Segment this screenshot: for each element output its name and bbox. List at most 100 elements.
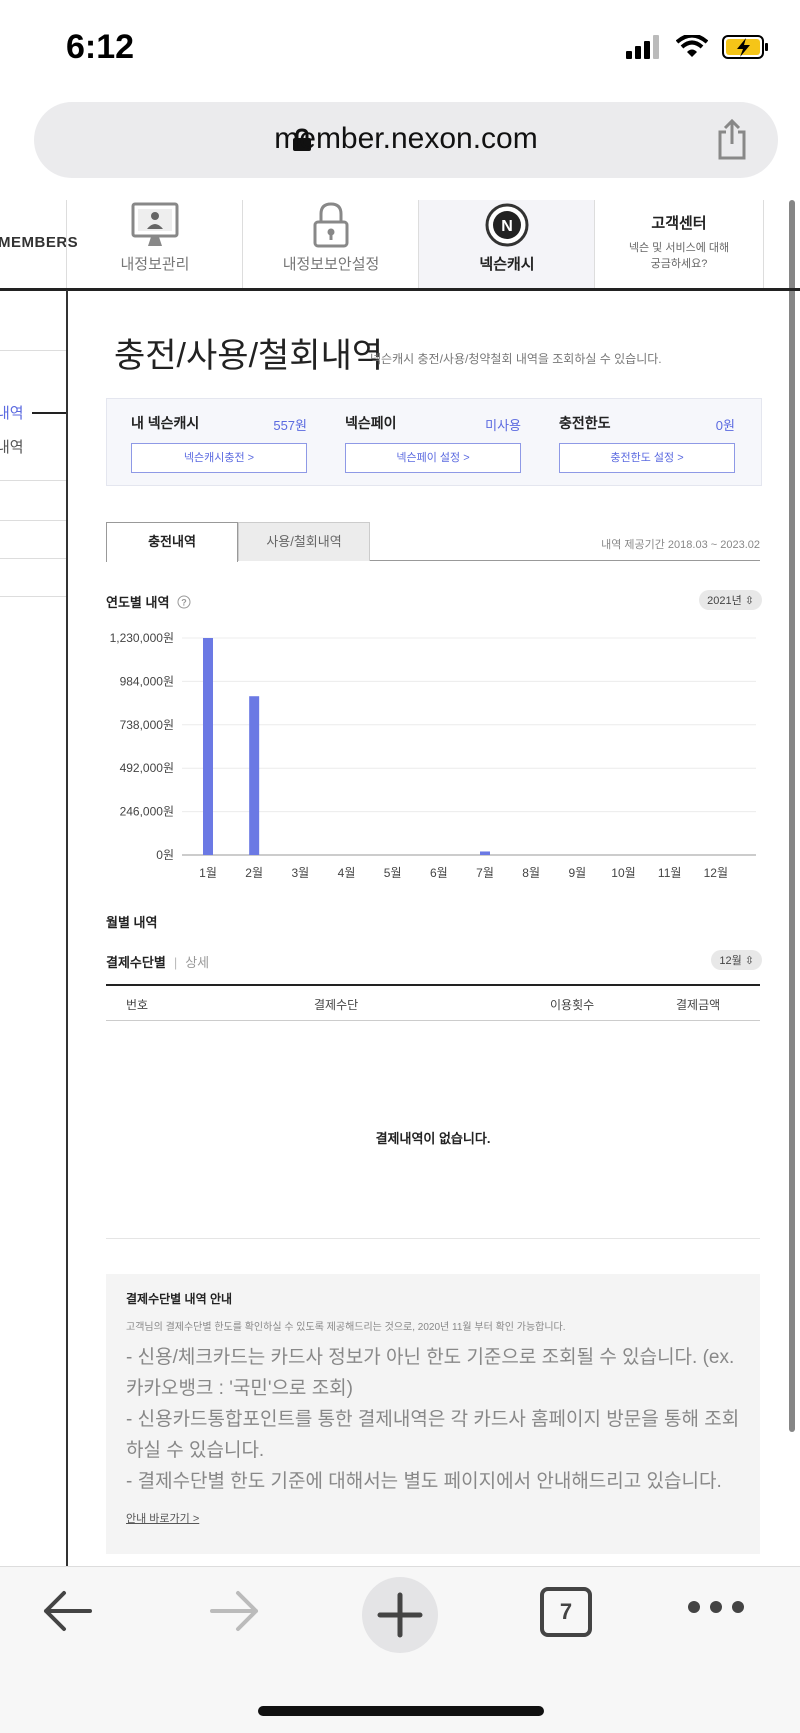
guide-link[interactable]: 안내 바로가기 > xyxy=(126,1510,199,1526)
new-tab-plus-icon[interactable] xyxy=(360,1575,440,1655)
svg-text:N: N xyxy=(501,218,513,235)
nav-security[interactable]: 내정보보안설정 xyxy=(242,200,419,288)
top-navigation: MEMBERS 내정보관리 내정보보안설정 N 넥슨캐시 고객센터 넥슨 및 서… xyxy=(0,200,800,291)
home-indicator xyxy=(258,1706,544,1716)
customer-center-sub2: 궁금하세요? xyxy=(650,258,708,270)
yearly-section-title: 연도별 내역 ? xyxy=(106,592,191,611)
y-tick-label: 1,230,000원 xyxy=(110,631,174,645)
nav-label: 넥슨캐시 xyxy=(479,256,535,273)
x-tick-label: 6월 xyxy=(430,866,448,880)
notice-lines: - 신용/체크카드는 카드사 정보가 아닌 한도 기준으로 조회될 수 있습니다… xyxy=(126,1342,746,1497)
nav-my-info[interactable]: 내정보관리 xyxy=(66,200,243,288)
url-text: member.nexon.com xyxy=(274,122,538,155)
nav-customer-center[interactable]: 고객센터 넥슨 및 서비스에 대해 궁금하세요? xyxy=(594,200,764,288)
year-select-value: 2021년 xyxy=(707,595,742,607)
charge-limit-value: 0원 xyxy=(715,418,735,433)
nav-nexon-cash[interactable]: N 넥슨캐시 xyxy=(418,200,595,288)
yearly-bar-chart: 0원 246,000원 492,000원 738,000원 984,000원 1,230,… xyxy=(110,631,756,880)
y-tick-label: 984,000원 xyxy=(120,674,174,688)
bar xyxy=(249,696,260,855)
x-tick-label: 12월 xyxy=(704,866,728,880)
bar xyxy=(480,851,490,855)
customer-center-sub: 넥슨 및 서비스에 대해 궁금하세요? xyxy=(595,240,763,272)
share-icon[interactable] xyxy=(716,118,748,160)
empty-message: 결제내역이 없습니다. xyxy=(375,1131,491,1146)
tab-separator: | xyxy=(173,955,178,970)
my-cash-value: 557원 xyxy=(273,418,307,433)
notice-box: 결제수단별 내역 안내 고객님의 결제수단별 한도를 확인하실 수 있도록 제공… xyxy=(106,1274,760,1554)
monitor-user-icon xyxy=(131,202,179,246)
page-scrollbar[interactable] xyxy=(789,200,795,1432)
sidebar-divider xyxy=(0,520,66,521)
customer-center-title: 고객센터 xyxy=(651,215,707,232)
x-tick-label: 4월 xyxy=(338,866,356,880)
more-dots-icon[interactable] xyxy=(686,1597,746,1617)
notice-subtitle: 고객님의 결제수단별 한도를 확인하실 수 있도록 제공해드리는 것으로, 20… xyxy=(126,1322,566,1333)
col-payment-amount: 결제금액 xyxy=(676,998,721,1012)
nav-label: 내정보보안설정 xyxy=(282,256,380,273)
x-tick-label: 7월 xyxy=(476,866,494,880)
sidebar-active-marker xyxy=(32,412,66,414)
x-tick-label: 10월 xyxy=(611,866,635,880)
address-bar[interactable]: member.nexon.com xyxy=(34,102,778,178)
charge-limit-settings-button[interactable]: 충전한도 설정 > xyxy=(559,443,735,473)
x-tick-label: 11월 xyxy=(658,866,682,880)
sidebar-divider xyxy=(0,558,66,559)
notice-line: - 신용/체크카드는 카드사 정보가 아닌 한도 기준으로 조회될 수 있습니다… xyxy=(126,1347,735,1399)
tab-by-payment-method[interactable]: 결제수단별 xyxy=(106,955,166,970)
x-tick-label: 5월 xyxy=(384,866,402,880)
signal-icon xyxy=(626,35,659,59)
payment-tabs: 결제수단별 | 상세 xyxy=(106,952,209,971)
table-bottom-line xyxy=(106,1238,760,1239)
status-time: 6:12 xyxy=(66,28,135,66)
yearly-title-text: 연도별 내역 xyxy=(106,595,170,610)
y-tick-label: 0원 xyxy=(156,848,174,862)
notice-title: 결제수단별 내역 안내 xyxy=(126,1292,233,1306)
svg-text:?: ? xyxy=(181,598,187,608)
nexon-pay-value: 미사용 xyxy=(485,418,521,433)
sidebar-divider xyxy=(0,596,66,597)
tab-detail[interactable]: 상세 xyxy=(185,955,209,970)
nexon-pay-settings-button[interactable]: 넥슨페이 설정 > xyxy=(345,443,521,473)
nav-label: 내정보관리 xyxy=(120,256,190,273)
y-tick-label: 246,000원 xyxy=(120,805,174,819)
page-title: 충전/사용/철회내역 xyxy=(114,337,384,375)
col-number: 번호 xyxy=(126,998,149,1012)
x-tick-label: 9월 xyxy=(568,866,586,880)
sidebar-divider xyxy=(0,480,66,481)
forward-arrow-icon[interactable] xyxy=(206,1583,262,1639)
month-select[interactable]: 12월 ⇳ xyxy=(711,950,762,970)
tab-count: 7 xyxy=(559,1599,573,1624)
page-subtitle: 넥슨캐시 충전/사용/청약철회 내역을 조회하실 수 있습니다. xyxy=(370,352,662,366)
back-arrow-icon[interactable] xyxy=(40,1583,96,1639)
notice-line: - 신용카드통합포인트를 통한 결제내역은 각 카드사 홈페이지 방문을 통해 … xyxy=(126,1409,740,1461)
battery-charging-icon xyxy=(722,35,768,59)
tab-charge-history[interactable]: 충전내역 xyxy=(106,522,238,562)
my-cash-label: 내 넥슨캐시 xyxy=(131,415,200,431)
col-payment-method: 결제수단 xyxy=(314,998,359,1012)
sidebar-item-active[interactable]: 내역 xyxy=(0,402,24,423)
col-usage-count: 이용횟수 xyxy=(550,998,595,1012)
status-bar: 6:12 xyxy=(0,0,800,96)
tab-switcher-button[interactable]: 7 xyxy=(540,1587,592,1637)
tab-usage-history[interactable]: 사용/철회내역 xyxy=(238,522,370,561)
web-page: MEMBERS 내정보관리 내정보보안설정 N 넥슨캐시 고객센터 넥슨 및 서… xyxy=(0,200,800,1566)
left-sidebar: 내역 내역 xyxy=(0,290,68,1566)
year-select[interactable]: 2021년 ⇳ xyxy=(699,590,762,610)
cash-charge-button[interactable]: 넥슨캐시충전 > xyxy=(131,443,307,473)
y-tick-label: 738,000원 xyxy=(120,718,174,732)
padlock-icon xyxy=(313,202,349,248)
nexon-pay-label: 넥슨페이 xyxy=(345,415,397,431)
sidebar-divider xyxy=(0,350,66,351)
x-tick-label: 2월 xyxy=(245,866,263,880)
history-period: 내역 제공기간 2018.03 ~ 2023.02 xyxy=(601,539,760,551)
history-tabs: 충전내역 사용/철회내역 내역 제공기간 2018.03 ~ 2023.02 xyxy=(106,522,760,562)
monthly-section-title: 월별 내역 xyxy=(106,915,158,930)
help-icon[interactable]: ? xyxy=(177,595,191,609)
nexon-n-icon: N xyxy=(485,203,529,247)
x-tick-label: 8월 xyxy=(522,866,540,880)
status-icons xyxy=(626,34,770,60)
sidebar-item[interactable]: 내역 xyxy=(0,436,24,457)
updown-icon: ⇳ xyxy=(744,595,754,607)
updown-icon: ⇳ xyxy=(744,955,754,967)
